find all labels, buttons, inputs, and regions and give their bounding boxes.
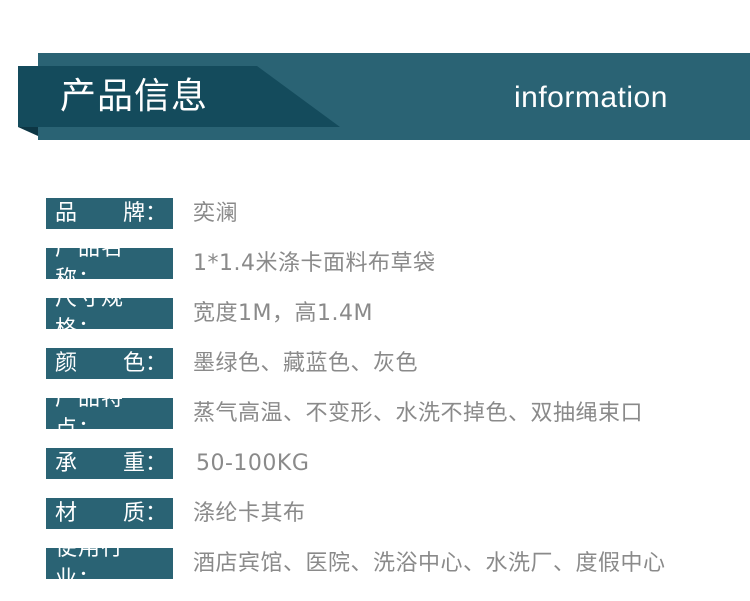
spec-label: 产品特点： — [46, 386, 173, 442]
section-subtitle: information — [514, 81, 668, 114]
spec-label: 承 重： — [46, 448, 173, 479]
spec-value: 蒸气高温、不变形、水洗不掉色、双抽绳束口 — [193, 401, 644, 426]
spec-row-brand: 品 牌： 奕澜 — [46, 198, 666, 229]
spec-label: 使用行业： — [46, 536, 173, 592]
spec-value: 奕澜 — [193, 201, 239, 226]
spec-label-part: 质： — [122, 501, 167, 526]
spec-row-load: 承 重： 50-100KG — [46, 448, 666, 479]
spec-label-part: 使用行业： — [55, 535, 125, 592]
spec-value: 1*1.4米涤卡面料布草袋 — [193, 251, 436, 276]
spec-label-part: 色： — [122, 351, 167, 376]
spec-label: 尺寸规格： — [46, 286, 173, 342]
spec-label-part: 重： — [122, 451, 167, 476]
spec-label-part: 颜 — [55, 351, 78, 376]
spec-value: 涤纶卡其布 — [193, 501, 306, 526]
spec-label-part: 承 — [55, 451, 78, 476]
spec-label: 产品名称： — [46, 236, 173, 292]
spec-label-part: 牌： — [122, 201, 167, 226]
spec-label: 颜 色： — [46, 348, 173, 379]
spec-row-product-name: 产品名称： 1*1.4米涤卡面料布草袋 — [46, 236, 666, 292]
spec-label-part: 产品特点： — [55, 385, 125, 442]
spec-value: 宽度1M，高1.4M — [193, 301, 373, 326]
spec-row-material: 材 质： 涤纶卡其布 — [46, 498, 666, 529]
spec-label-part: 材 — [55, 501, 78, 526]
spec-label-part: 品 — [55, 201, 78, 226]
spec-row-features: 产品特点： 蒸气高温、不变形、水洗不掉色、双抽绳束口 — [46, 386, 666, 442]
spec-label: 材 质： — [46, 498, 173, 529]
spec-list: 品 牌： 奕澜 产品名称： 1*1.4米涤卡面料布草袋 尺寸规格： 宽度1M，高… — [46, 198, 666, 598]
spec-value: 酒店宾馆、医院、洗浴中心、水洗厂、度假中心 — [193, 551, 666, 576]
spec-row-industry: 使用行业： 酒店宾馆、医院、洗浴中心、水洗厂、度假中心 — [46, 536, 666, 592]
spec-value: 50-100KG — [196, 451, 310, 476]
spec-row-color: 颜 色： 墨绿色、藏蓝色、灰色 — [46, 348, 666, 379]
spec-label: 品 牌： — [46, 198, 173, 229]
spec-row-size: 尺寸规格： 宽度1M，高1.4M — [46, 286, 666, 342]
spec-value: 墨绿色、藏蓝色、灰色 — [193, 351, 419, 376]
spec-label-part: 尺寸规格： — [55, 285, 125, 342]
section-title: 产品信息 — [60, 76, 209, 117]
ribbon-fold — [18, 127, 38, 136]
